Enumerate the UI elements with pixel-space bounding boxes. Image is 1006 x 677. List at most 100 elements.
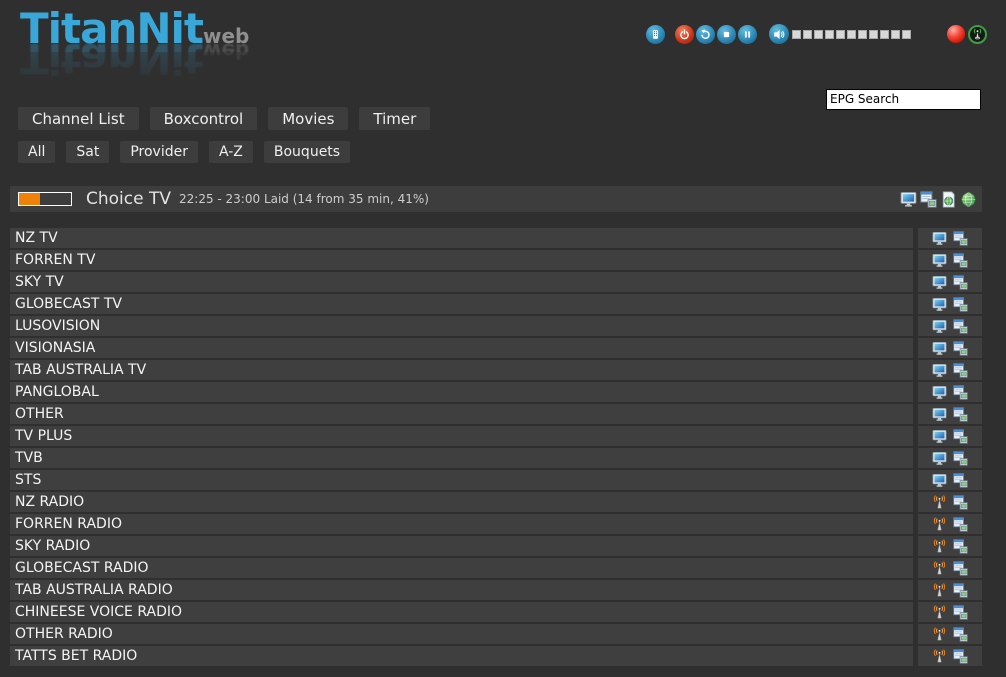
channel-name[interactable]: NZ RADIO [10,492,913,512]
radio-zap-icon[interactable] [932,583,947,598]
nav-button[interactable]: Channel List [18,107,139,130]
epg-icon[interactable] [953,231,968,246]
filter-button[interactable]: All [18,141,55,163]
radio-zap-icon[interactable] [932,517,947,532]
volume-segment[interactable] [880,30,889,39]
stream-antenna-button[interactable] [968,25,987,44]
channel-name[interactable]: GLOBECAST RADIO [10,558,913,578]
nav-button[interactable]: Movies [268,107,348,130]
channel-row: TATTS BET RADIO [10,646,982,666]
channel-name[interactable]: FORREN RADIO [10,514,913,534]
radio-zap-icon[interactable] [932,539,947,554]
tv-zap-icon[interactable] [932,451,947,466]
tv-zap-icon[interactable] [932,385,947,400]
progress-fill [19,193,40,205]
epg-icon[interactable] [953,583,968,598]
pause-button[interactable] [738,25,757,44]
volume-segment[interactable] [891,30,900,39]
radio-zap-icon[interactable] [932,605,947,620]
channel-name[interactable]: GLOBECAST TV [10,294,913,314]
tv-zap-icon[interactable] [932,253,947,268]
epg-icon[interactable] [953,627,968,642]
tv-zap-icon[interactable] [932,341,947,356]
tv-zap-icon[interactable] [932,275,947,290]
epg-icon[interactable] [953,539,968,554]
radio-zap-icon[interactable] [932,495,947,510]
tv-zap-icon[interactable] [932,429,947,444]
channel-name[interactable]: OTHER [10,404,913,424]
epg-search-input[interactable] [826,89,981,110]
epg-icon[interactable] [953,495,968,510]
epg-icon[interactable] [953,385,968,400]
reload-button[interactable] [696,25,715,44]
channel-name[interactable]: PANGLOBAL [10,382,913,402]
tv-zap-icon[interactable] [932,407,947,422]
volume-segment[interactable] [836,30,845,39]
radio-zap-icon[interactable] [932,561,947,576]
channel-name[interactable]: STS [10,470,913,490]
volume-segment[interactable] [858,30,867,39]
volume-segment[interactable] [814,30,823,39]
nav-button[interactable]: Timer [359,107,430,130]
stop-button[interactable] [717,25,736,44]
channel-name[interactable]: TVB [10,448,913,468]
channel-name[interactable]: NZ TV [10,228,913,248]
channel-name[interactable]: TAB AUSTRALIA RADIO [10,580,913,600]
radio-zap-icon[interactable] [932,627,947,642]
epg-icon[interactable] [953,451,968,466]
epg-icon[interactable] [953,649,968,664]
epg-icon[interactable] [953,319,968,334]
epg-icon[interactable] [953,605,968,620]
power-button[interactable] [675,25,694,44]
radio-zap-icon[interactable] [932,649,947,664]
tv-zap-icon[interactable] [932,319,947,334]
remote-control-button[interactable] [646,25,665,44]
mute-button[interactable] [769,24,789,44]
epg-icon[interactable] [953,517,968,532]
channel-row-icons [918,426,982,446]
channel-name[interactable]: LUSOVISION [10,316,913,336]
epg-icon[interactable] [953,253,968,268]
tv-icon[interactable] [900,191,917,208]
volume-segment[interactable] [847,30,856,39]
channel-row-icons [918,404,982,424]
epg-icon[interactable] [953,341,968,356]
volume-segment[interactable] [869,30,878,39]
epg-icon[interactable] [953,407,968,422]
epg-icon[interactable] [953,429,968,444]
tv-zap-icon[interactable] [932,297,947,312]
volume-segment[interactable] [902,30,911,39]
channel-name[interactable]: TATTS BET RADIO [10,646,913,666]
channel-name[interactable]: CHINEESE VOICE RADIO [10,602,913,622]
channel-name[interactable]: VISIONASIA [10,338,913,358]
volume-segment[interactable] [792,30,801,39]
channel-row: VISIONASIA [10,338,982,358]
channel-row: TAB AUSTRALIA TV [10,360,982,380]
tv-zap-icon[interactable] [932,363,947,378]
channel-name[interactable]: OTHER RADIO [10,624,913,644]
epg-windows-icon[interactable] [920,191,937,208]
channel-name[interactable]: SKY RADIO [10,536,913,556]
nav-button[interactable]: Boxcontrol [150,107,258,130]
channel-name[interactable]: SKY TV [10,272,913,292]
filter-button[interactable]: Bouquets [264,141,350,163]
channel-row-icons [918,382,982,402]
channel-name[interactable]: TV PLUS [10,426,913,446]
tv-zap-icon[interactable] [932,231,947,246]
globe-icon[interactable] [960,191,977,208]
channel-name[interactable]: FORREN TV [10,250,913,270]
epg-icon[interactable] [953,297,968,312]
volume-segment[interactable] [803,30,812,39]
filter-button[interactable]: A-Z [209,141,253,163]
tv-zap-icon[interactable] [932,473,947,488]
epg-icon[interactable] [953,473,968,488]
filter-button[interactable]: Sat [66,141,109,163]
volume-segment[interactable] [825,30,834,39]
stream-page-icon[interactable] [940,191,957,208]
stop-icon [721,29,732,40]
epg-icon[interactable] [953,275,968,290]
filter-button[interactable]: Provider [120,141,198,163]
epg-icon[interactable] [953,363,968,378]
epg-icon[interactable] [953,561,968,576]
channel-name[interactable]: TAB AUSTRALIA TV [10,360,913,380]
